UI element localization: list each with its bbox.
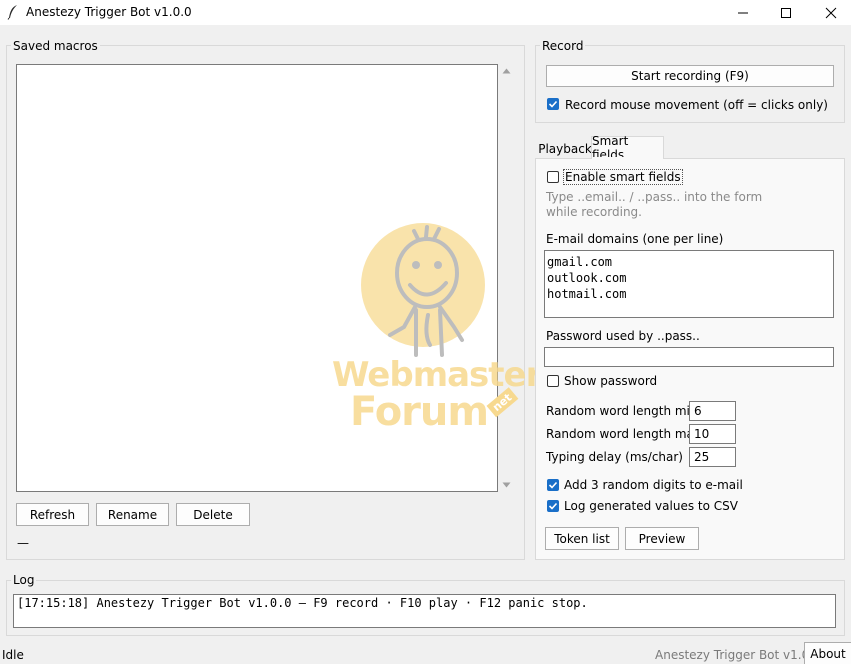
maximize-button[interactable]: [763, 0, 809, 25]
start-recording-button[interactable]: Start recording (F9): [546, 65, 834, 87]
log-textbox[interactable]: [17:15:18] Anestezy Trigger Bot v1.0.0 —…: [13, 594, 836, 628]
word-max-label: Random word length max: [546, 427, 702, 441]
email-domain-line: gmail.com: [547, 255, 613, 269]
about-button[interactable]: About: [804, 642, 851, 664]
minimize-icon: [738, 12, 748, 13]
enable-smart-fields-checkbox[interactable]: [547, 171, 559, 183]
word-min-label: Random word length min: [546, 404, 698, 418]
status-state: Idle: [2, 648, 24, 662]
preview-button[interactable]: Preview: [625, 527, 699, 550]
typing-delay-field[interactable]: 25: [689, 447, 736, 467]
record-label: Record: [540, 39, 586, 53]
email-domain-line: hotmail.com: [547, 287, 627, 301]
record-mouse-label: Record mouse movement (off = clicks only…: [565, 98, 828, 112]
token-list-button[interactable]: Token list: [545, 527, 619, 550]
refresh-button[interactable]: Refresh: [16, 503, 89, 526]
close-button[interactable]: [808, 0, 851, 25]
scroll-up-arrow-icon[interactable]: [502, 68, 511, 74]
close-icon: [825, 7, 837, 18]
checkmark-icon: [548, 502, 558, 510]
scroll-down-arrow-icon[interactable]: [502, 482, 511, 488]
password-field[interactable]: [544, 347, 834, 367]
show-password-checkbox[interactable]: [547, 375, 559, 387]
email-domain-line: outlook.com: [547, 271, 627, 285]
show-password-label: Show password: [564, 374, 658, 388]
log-line: [17:15:18] Anestezy Trigger Bot v1.0.0 —…: [17, 596, 588, 610]
log-label: Log: [11, 573, 37, 587]
active-tab-joiner: [592, 157, 663, 160]
checkmark-icon: [548, 481, 558, 489]
status-version: Anestezy Trigger Bot v1.0.0: [655, 648, 821, 662]
saved-macros-label: Saved macros: [11, 39, 100, 53]
log-csv-checkbox[interactable]: [547, 500, 559, 512]
maximize-icon: [781, 7, 791, 18]
typing-delay-label: Typing delay (ms/char): [546, 450, 683, 464]
minimize-button[interactable]: [720, 0, 766, 25]
record-mouse-checkbox[interactable]: [547, 98, 559, 110]
tab-smart-fields[interactable]: Smart fields: [591, 134, 664, 162]
checkmark-icon: [548, 100, 558, 108]
add-digits-checkbox[interactable]: [547, 479, 559, 491]
word-min-field[interactable]: 6: [689, 401, 736, 421]
webmaster-forum-watermark: Webmaster Forum net: [330, 215, 542, 440]
watermark-mascot-icon: [361, 223, 485, 357]
window-title: Anestezy Trigger Bot v1.0.0: [26, 5, 192, 19]
rename-button[interactable]: Rename: [96, 503, 169, 526]
password-label: Password used by ..pass..: [546, 329, 700, 343]
macro-status-dash: —: [17, 536, 29, 550]
word-max-field[interactable]: 10: [689, 424, 736, 444]
tab-playback[interactable]: Playback: [538, 139, 592, 159]
title-bar: Anestezy Trigger Bot v1.0.0: [0, 0, 851, 25]
watermark-line2: Forum: [350, 389, 489, 435]
feather-icon: [7, 5, 17, 20]
status-bar: Idle Anestezy Trigger Bot v1.0.0 About: [0, 642, 851, 664]
log-csv-label: Log generated values to CSV: [564, 499, 738, 513]
email-domains-textarea[interactable]: gmail.com outlook.com hotmail.com: [544, 250, 834, 318]
delete-button[interactable]: Delete: [176, 503, 250, 526]
email-domains-label: E-mail domains (one per line): [546, 232, 724, 246]
enable-smart-fields-label: Enable smart fields: [563, 169, 683, 185]
add-digits-label: Add 3 random digits to e-mail: [564, 478, 743, 492]
smart-fields-hint: Type ..email.. / ..pass.. into the form …: [546, 190, 763, 219]
